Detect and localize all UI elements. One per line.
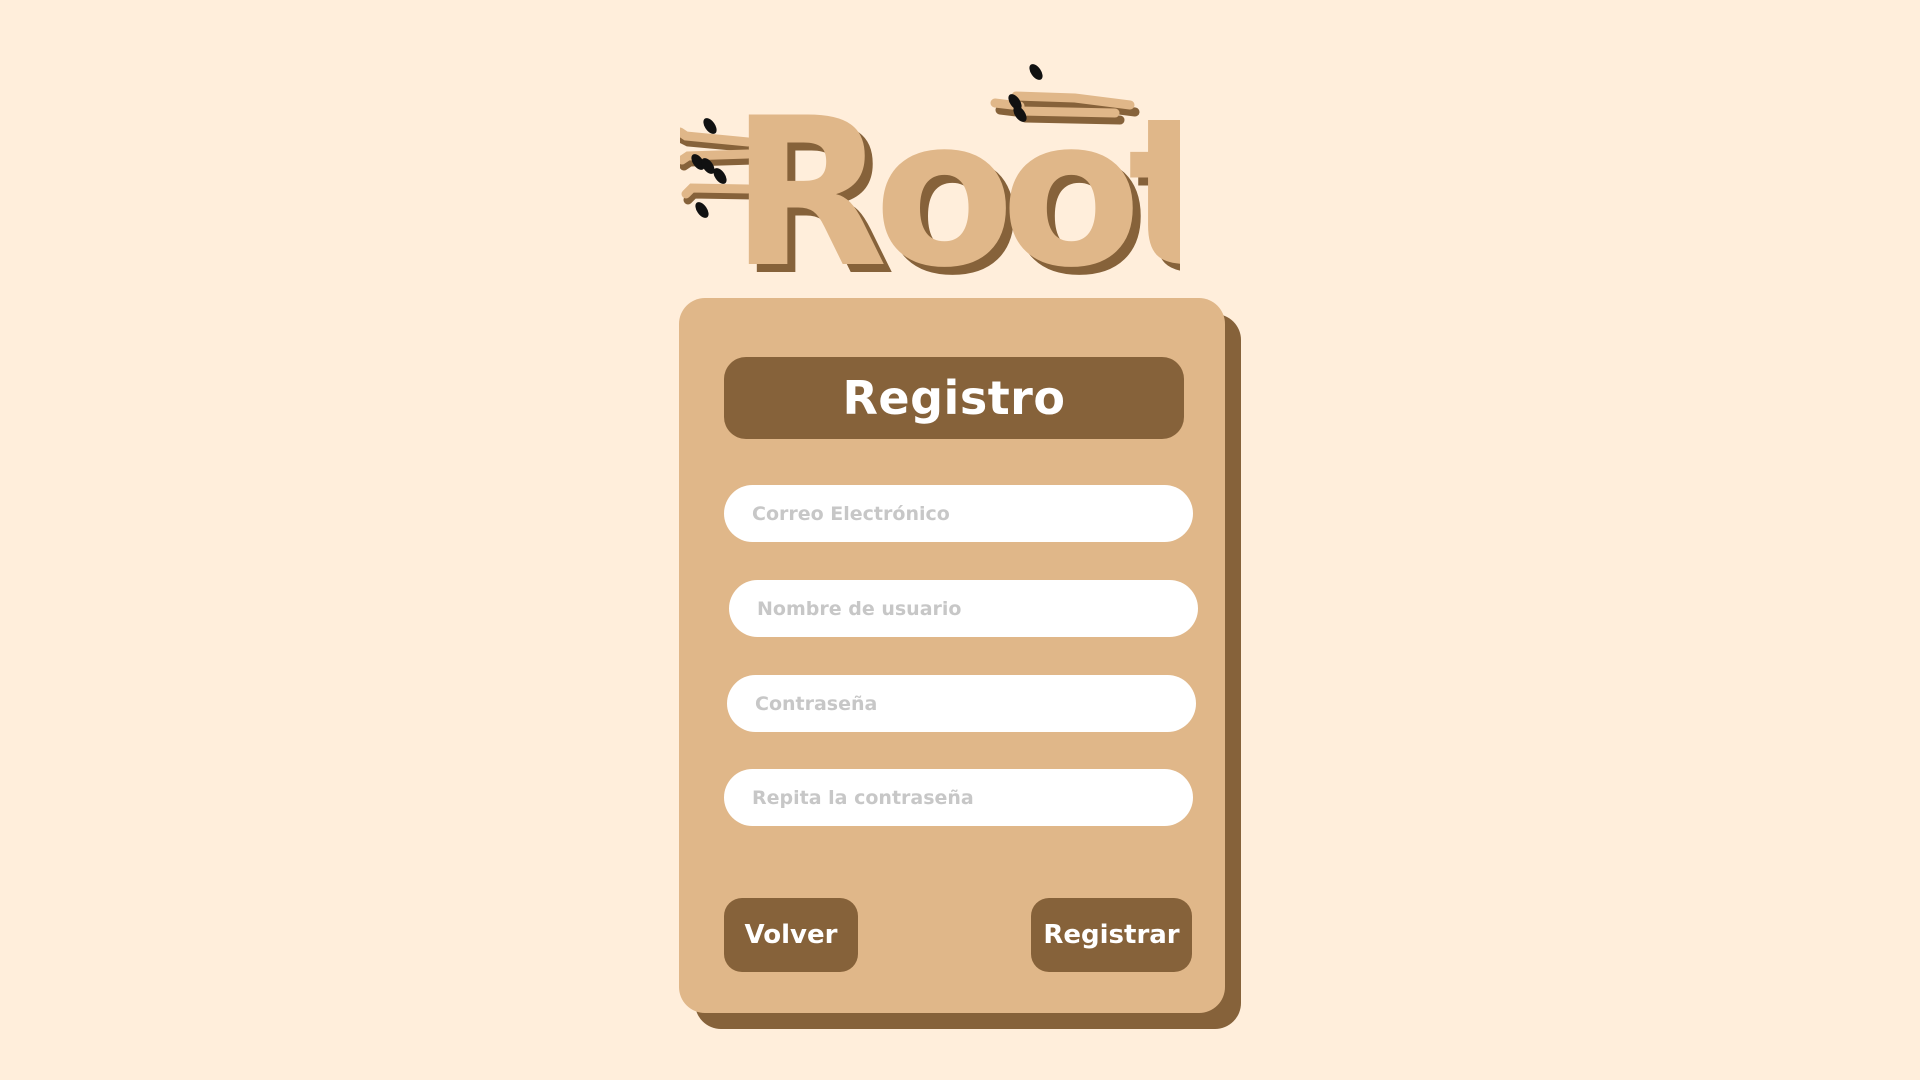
roots-logo: Roots Roots: [680, 50, 1180, 290]
register-button[interactable]: Registrar: [1031, 898, 1192, 972]
logo-text-face: Roots: [730, 75, 1180, 290]
password-field[interactable]: [727, 675, 1196, 732]
password-repeat-field[interactable]: [724, 769, 1193, 826]
email-field[interactable]: [724, 485, 1193, 542]
register-card: Registro Volver Registrar: [679, 298, 1225, 1013]
form-title: Registro: [724, 357, 1184, 439]
back-button[interactable]: Volver: [724, 898, 858, 972]
username-field[interactable]: [729, 580, 1198, 637]
